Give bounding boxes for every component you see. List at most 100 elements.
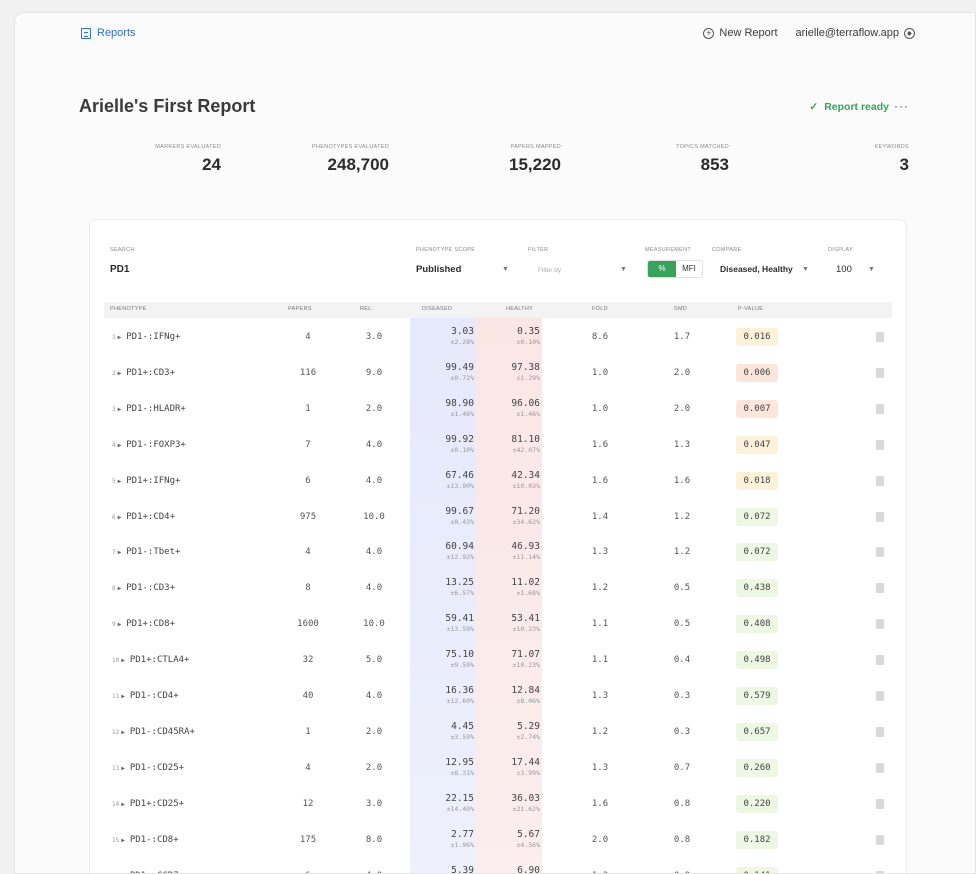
table-row[interactable]: 4 ▶ PD1-:FOXP3+ 7 4.0 99.92 ±0.10% 81.10 ±42.07%… — [104, 428, 892, 464]
bookmark-icon[interactable] — [876, 439, 884, 450]
phenotype-cell[interactable]: 15 ▶ PD1-:CD8+ — [112, 835, 179, 845]
table-row[interactable]: 7 ▶ PD1-:Tbet+ 4 4.0 60.94 ±12.92% 46.93 ±11.14%… — [104, 535, 892, 571]
phenotype-cell[interactable]: 2 ▶ PD1+:CD3+ — [112, 368, 175, 378]
expand-triangle-icon[interactable]: ▶ — [121, 801, 125, 808]
phenotype-cell[interactable]: 11 ▶ PD1-:CD4+ — [112, 691, 179, 701]
display-select[interactable]: 100 — [836, 264, 852, 275]
expand-triangle-icon[interactable]: ▶ — [121, 729, 125, 736]
phenotype-cell[interactable]: 6 ▶ PD1+:CD4+ — [112, 512, 175, 522]
expand-triangle-icon[interactable]: ▶ — [118, 370, 122, 377]
table-row[interactable]: 11 ▶ PD1-:CD4+ 40 4.0 16.36 ±12.60% 12.84 ±8.06%… — [104, 679, 892, 715]
breadcrumb[interactable]: Reports — [81, 27, 136, 39]
bookmark-icon[interactable] — [876, 870, 884, 873]
phenotype-cell[interactable]: 3 ▶ PD1-:HLADR+ — [112, 404, 186, 414]
scope-select[interactable]: Published — [416, 264, 461, 275]
expand-triangle-icon[interactable]: ▶ — [118, 585, 122, 592]
measurement-percent[interactable]: % — [648, 261, 676, 277]
compare-select[interactable]: Diseased, Healthy — [720, 264, 793, 274]
phenotype-cell[interactable]: 1 ▶ PD1-:IFNg+ — [112, 332, 180, 342]
measurement-toggle[interactable]: % MFI — [647, 260, 703, 278]
fold-cell: 1.0 — [591, 403, 609, 414]
col-healthy[interactable]: HEALTHY — [506, 306, 533, 312]
phenotype-cell[interactable]: 9 ▶ PD1+:CD8+ — [112, 619, 175, 629]
more-options-button[interactable]: ··· — [894, 99, 909, 113]
measurement-mfi[interactable]: MFI — [676, 261, 702, 277]
table-row[interactable]: 10 ▶ PD1+:CTLA4+ 32 5.0 75.10 ±9.59% 71.07 ±10.2… — [104, 643, 892, 679]
breadcrumb-reports[interactable]: Reports — [97, 27, 136, 39]
phenotype-name: PD1-:CD3+ — [126, 583, 176, 594]
phenotype-cell[interactable]: 7 ▶ PD1-:Tbet+ — [112, 547, 180, 557]
col-phenotype[interactable]: PHENOTYPE — [110, 306, 147, 312]
chevron-down-icon[interactable]: ▼ — [620, 266, 627, 273]
expand-triangle-icon[interactable]: ▶ — [118, 442, 122, 449]
user-menu[interactable]: arielle@terraflow.app ● — [796, 27, 915, 39]
healthy-cell: 46.93 ±11.14% — [488, 541, 540, 561]
table-row[interactable]: 12 ▶ PD1-:CD45RA+ 1 2.0 4.45 ±3.59% 5.29 ±2.74% 1… — [104, 715, 892, 751]
table-row[interactable]: 15 ▶ PD1-:CD8+ 175 8.0 2.77 ±1.96% 5.67 ±4.56% 2.… — [104, 823, 892, 859]
diseased-sd: ±3.59% — [450, 732, 474, 741]
phenotype-cell[interactable]: 8 ▶ PD1-:CD3+ — [112, 583, 175, 593]
expand-triangle-icon[interactable]: ▶ — [121, 765, 125, 772]
chevron-down-icon[interactable]: ▼ — [868, 266, 875, 273]
bookmark-icon[interactable] — [876, 798, 884, 809]
col-diseased[interactable]: DISEASED — [422, 306, 452, 312]
expand-triangle-icon[interactable]: ▶ — [118, 478, 122, 485]
bookmark-icon[interactable] — [876, 762, 884, 773]
col-papers[interactable]: PAPERS — [288, 306, 312, 312]
pvalue-cell: 0.047 — [736, 435, 778, 454]
expand-triangle-icon[interactable]: ▶ — [118, 549, 122, 556]
phenotype-cell[interactable]: 12 ▶ PD1-:CD45RA+ — [112, 727, 195, 737]
bookmark-icon[interactable] — [876, 475, 884, 486]
diseased-cell: 67.46 ±13.90% — [422, 470, 474, 490]
phenotype-cell[interactable]: 4 ▶ PD1-:FOXP3+ — [112, 440, 186, 450]
bookmark-icon[interactable] — [876, 583, 884, 594]
bookmark-icon[interactable] — [876, 367, 884, 378]
bookmark-icon[interactable] — [876, 511, 884, 522]
filter-input[interactable]: Filter by — [538, 267, 561, 274]
table-row[interactable]: 14 ▶ PD1+:CD25+ 12 3.0 22.15 ±14.40% 36.03 ±21.6… — [104, 787, 892, 823]
col-fold[interactable]: FOLD — [592, 306, 608, 312]
stat-label: TOPICS MATCHED — [676, 144, 729, 150]
new-report-button[interactable]: + New Report — [703, 27, 778, 39]
phenotype-cell[interactable]: 5 ▶ PD1+:IFNg+ — [112, 476, 180, 486]
bookmark-icon[interactable] — [876, 726, 884, 737]
expand-triangle-icon[interactable]: ▶ — [118, 621, 122, 628]
table-row[interactable]: 2 ▶ PD1+:CD3+ 116 9.0 99.49 ±0.72% 97.38 ±1.29% 1… — [104, 356, 892, 392]
expand-triangle-icon[interactable]: ▶ — [118, 514, 122, 521]
rel-cell: 4.0 — [354, 871, 394, 874]
col-rel[interactable]: REL. — [360, 306, 373, 312]
bookmark-icon[interactable] — [876, 619, 884, 630]
bookmark-icon[interactable] — [876, 655, 884, 666]
bookmark-icon[interactable] — [876, 834, 884, 845]
expand-triangle-icon[interactable]: ▶ — [121, 693, 125, 700]
phenotype-cell[interactable]: 10 ▶ PD1+:CTLA4+ — [112, 655, 189, 665]
bookmark-icon[interactable] — [876, 547, 884, 558]
chevron-down-icon[interactable]: ▼ — [502, 266, 509, 273]
search-input[interactable]: PD1 — [110, 264, 129, 275]
col-pvalue[interactable]: P-VALUE — [738, 306, 763, 312]
bookmark-icon[interactable] — [876, 332, 884, 342]
rel-cell: 2.0 — [365, 726, 383, 737]
table-row[interactable]: 3 ▶ PD1-:HLADR+ 1 2.0 98.90 ±1.46% 96.06 ±1.46% 1… — [104, 392, 892, 428]
healthy-sd: ±2.74% — [516, 732, 540, 741]
chevron-down-icon[interactable]: ▼ — [802, 266, 809, 273]
table-row[interactable]: 9 ▶ PD1+:CD8+ 1600 10.0 59.41 ±13.59% 53.41 ±10.… — [104, 607, 892, 643]
table-row[interactable]: 1 ▶ PD1-:IFNg+ 4 3.0 3.03 ±2.28% 0.35 ±0.10% 8.6 1… — [104, 320, 892, 356]
phenotype-cell[interactable]: 14 ▶ PD1+:CD25+ — [112, 799, 184, 809]
table-row[interactable]: 16▶PD1-:CCR7+ 6 4.0 5.39±1.24% 6.90±1.47% 1.3… — [104, 859, 892, 874]
phenotype-cell[interactable]: 16▶PD1-:CCR7+ — [112, 871, 184, 874]
table-row[interactable]: 6 ▶ PD1+:CD4+ 975 10.0 99.67 ±0.43% 71.20 ±34.62… — [104, 500, 892, 536]
table-row[interactable]: 8 ▶ PD1-:CD3+ 8 4.0 13.25 ±6.57% 11.02 ±1.68% 1.2… — [104, 571, 892, 607]
expand-triangle-icon[interactable]: ▶ — [121, 837, 125, 844]
col-smd[interactable]: SMD — [674, 306, 687, 312]
phenotype-cell[interactable]: 13 ▶ PD1-:CD25+ — [112, 763, 184, 773]
expand-triangle-icon[interactable]: ▶ — [121, 657, 125, 664]
table-row[interactable]: 13 ▶ PD1-:CD25+ 4 2.0 12.95 ±8.31% 17.44 ±3.99% 1… — [104, 751, 892, 787]
phenotype-name: PD1+:IFNg+ — [126, 475, 181, 486]
expand-triangle-icon[interactable]: ▶ — [118, 334, 122, 341]
table-row[interactable]: 5 ▶ PD1+:IFNg+ 6 4.0 67.46 ±13.90% 42.34 ±10.03%… — [104, 464, 892, 500]
expand-triangle-icon[interactable]: ▶ — [118, 406, 122, 413]
bookmark-icon[interactable] — [876, 403, 884, 414]
status-badge: ✓ Report ready — [809, 101, 889, 113]
bookmark-icon[interactable] — [876, 691, 884, 701]
